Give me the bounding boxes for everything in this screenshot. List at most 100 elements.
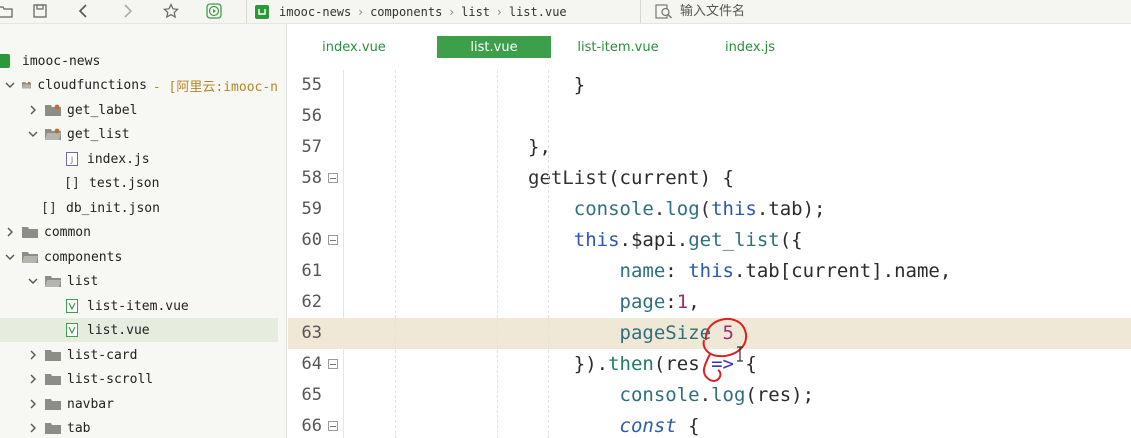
chevron-right-icon[interactable] [27, 104, 39, 116]
code-token: this [345, 229, 620, 251]
run-icon[interactable] [203, 1, 225, 21]
code-token: } [345, 74, 586, 96]
tree-item-tab[interactable]: tab [0, 416, 278, 438]
code-line[interactable]: 61 name: this.tab[current].name, [288, 256, 1131, 287]
fold-toggle-icon[interactable] [328, 173, 338, 183]
code-line[interactable]: 66 const { [288, 411, 1131, 438]
code-token: ( [699, 198, 712, 220]
vue-file-icon [65, 299, 79, 313]
file-search [650, 0, 1130, 23]
folder-icon [45, 104, 61, 116]
code-line[interactable]: 57 }, [288, 132, 1131, 163]
folder-open-icon [45, 276, 61, 287]
indent-guide [395, 70, 396, 438]
project-icon [0, 54, 10, 68]
text-cursor-icon [737, 346, 743, 362]
code-token: }, [345, 136, 551, 158]
chevron-right-icon[interactable] [4, 226, 16, 238]
code-line[interactable]: 59 console.log(this.tab); [288, 194, 1131, 225]
chevron-down-icon[interactable] [4, 251, 16, 263]
chevron-down-icon[interactable] [27, 275, 39, 287]
code-token: page [345, 291, 666, 313]
code-token: this [688, 260, 734, 282]
tree-item-label: db_init.json [66, 200, 160, 216]
tree-item-list-item-vue[interactable]: list-item.vue [0, 294, 278, 318]
tree-item-test-json[interactable]: [] test.json [0, 171, 278, 195]
tree-item-imooc-news[interactable]: imooc-news [0, 49, 278, 73]
code-token: (current) { [608, 167, 734, 189]
breadcrumb-item[interactable]: list.vue [509, 5, 567, 19]
line-number: 60 [301, 230, 322, 250]
tree-item-get-label[interactable]: get_label [0, 98, 278, 122]
code-token: this [711, 198, 757, 220]
fold-toggle-icon[interactable] [328, 421, 338, 431]
tree-item-list-vue[interactable]: list.vue [0, 318, 278, 342]
tree-item-label: list.vue [87, 322, 150, 338]
tree-item-index-js[interactable]: J index.js [0, 147, 278, 171]
editor-tab-bar: index.vue list.vue list-item.vue index.j… [288, 36, 1131, 58]
fold-toggle-icon[interactable] [328, 359, 338, 369]
chevron-right-icon: › [497, 4, 502, 19]
chevron-down-icon[interactable] [4, 79, 16, 91]
tree-item-label: index.js [87, 151, 150, 167]
chevron-down-icon[interactable] [27, 128, 39, 140]
tree-item-label: navbar [67, 396, 114, 412]
tree-item-common[interactable]: common [0, 220, 278, 244]
search-input[interactable] [680, 4, 980, 19]
indent-guide [497, 70, 498, 438]
tree-item-list-scroll[interactable]: list-scroll [0, 367, 278, 391]
line-number: 62 [301, 292, 322, 312]
code-line[interactable]: 55 } [288, 70, 1131, 101]
tab-index-vue[interactable]: index.vue [308, 36, 400, 58]
tree-item-db-init-json[interactable]: [] db_init.json [0, 196, 278, 220]
code-line[interactable]: 60 this.$api.get_list({ [288, 225, 1131, 256]
chevron-right-icon[interactable] [27, 373, 39, 385]
breadcrumb-item[interactable]: imooc-news [279, 5, 351, 19]
code-line[interactable]: 58 getList(current) { [288, 163, 1131, 194]
search-icon [655, 4, 673, 19]
annotation-circle-icon [702, 318, 747, 382]
code-text: } [345, 70, 585, 101]
chevron-right-icon[interactable] [27, 349, 39, 361]
save-icon[interactable] [29, 1, 51, 21]
code-text: pageSize 5 [345, 318, 734, 349]
tree-item-list[interactable]: list [0, 269, 278, 293]
tree-item-label: cloudfunctions [37, 77, 147, 93]
svg-text:J: J [70, 156, 73, 165]
json-file-icon: [] [64, 175, 80, 191]
tree-item-label: list-item.vue [87, 298, 189, 314]
js-file-icon: J [65, 152, 79, 166]
chevron-right-icon[interactable] [27, 398, 39, 410]
tree-item-label: tab [67, 420, 91, 436]
chevron-right-icon: › [358, 4, 364, 19]
star-icon[interactable] [160, 1, 182, 21]
code-area[interactable]: 55 } 56 57 }, 58 getList(current) {59 conso… [288, 70, 1131, 438]
code-text: }, [345, 132, 551, 163]
line-number: 61 [301, 261, 322, 281]
tab-index-js[interactable]: index.js [708, 36, 792, 58]
chevron-right-icon[interactable] [27, 422, 39, 434]
fold-toggle-icon[interactable] [328, 235, 338, 245]
tree-item-components[interactable]: components [0, 245, 278, 269]
folder-icon [45, 350, 61, 361]
code-line[interactable]: 56 [288, 101, 1131, 132]
line-number: 66 [301, 416, 322, 436]
tree-item-get-list[interactable]: get_list [0, 122, 278, 146]
folder-icon[interactable] [0, 1, 16, 21]
tab-list-item-vue[interactable]: list-item.vue [568, 36, 668, 58]
tree-item-cloudfunctions[interactable]: cloudfunctions - [阿里云:imooc-n [0, 73, 278, 97]
line-number: 65 [301, 385, 322, 405]
tree-item-label: test.json [89, 175, 160, 191]
code-editor: index.vue list.vue list-item.vue index.j… [288, 24, 1131, 438]
breadcrumb-item[interactable]: list [461, 5, 490, 19]
line-number: 57 [301, 137, 322, 157]
code-token: name [345, 260, 666, 282]
back-arrow-icon[interactable] [73, 1, 95, 21]
forward-arrow-icon[interactable] [116, 1, 138, 21]
tree-item-list-card[interactable]: list-card [0, 343, 278, 367]
tree-item-navbar[interactable]: navbar [0, 392, 278, 416]
breadcrumb-item[interactable]: components [370, 5, 442, 19]
tree-item-label: common [44, 224, 91, 240]
folder-icon [45, 399, 61, 410]
tab-list-vue[interactable]: list.vue [437, 36, 551, 58]
